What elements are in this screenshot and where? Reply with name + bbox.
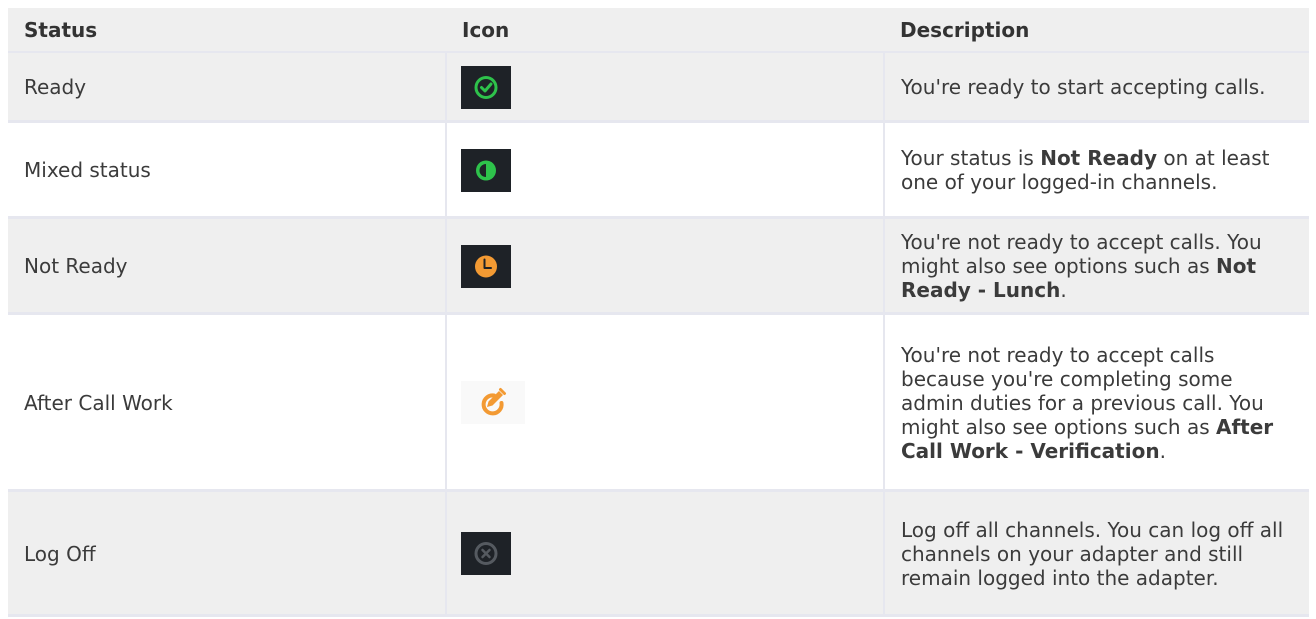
log-off-x-icon <box>461 532 511 575</box>
icon-cell <box>445 313 884 492</box>
status-description: Log off all channels. You can log off al… <box>883 490 1309 617</box>
not-ready-clock-icon <box>461 244 511 288</box>
status-name: Log Off <box>8 490 446 617</box>
column-header-icon: Icon <box>446 8 884 53</box>
status-name: After Call Work <box>8 313 446 492</box>
status-name: Ready <box>8 52 446 123</box>
status-name: Not Ready <box>8 217 446 315</box>
status-table-container: Status Icon Description Ready You're rea… <box>8 8 1309 619</box>
table-row: Mixed status Your status is Not Ready on… <box>8 121 1309 219</box>
column-header-status: Status <box>8 8 446 53</box>
table-header-row: Status Icon Description <box>8 8 1309 53</box>
status-table: Status Icon Description Ready You're rea… <box>8 8 1309 617</box>
icon-cell <box>445 52 884 123</box>
table-row: Ready You're ready to start accepting ca… <box>8 52 1309 123</box>
table-row: Not Ready You're not ready to accept cal… <box>8 217 1309 315</box>
table-row: Log Off Log off all channels. You can lo… <box>8 490 1309 617</box>
icon-cell <box>445 121 884 219</box>
table-row: After Call Work You're not ready to acce… <box>8 313 1309 492</box>
ready-check-icon <box>461 65 511 109</box>
icon-cell <box>445 490 884 617</box>
icon-cell <box>445 217 884 315</box>
mixed-status-half-circle-icon <box>461 148 511 192</box>
status-description: You're not ready to accept calls because… <box>883 313 1309 492</box>
column-header-description: Description <box>884 8 1309 53</box>
status-description: You're not ready to accept calls. You mi… <box>883 217 1309 315</box>
status-description: Your status is Not Ready on at least one… <box>883 121 1309 219</box>
status-name: Mixed status <box>8 121 446 219</box>
status-description: You're ready to start accepting calls. <box>883 52 1309 123</box>
after-call-work-pencil-icon <box>461 381 525 424</box>
